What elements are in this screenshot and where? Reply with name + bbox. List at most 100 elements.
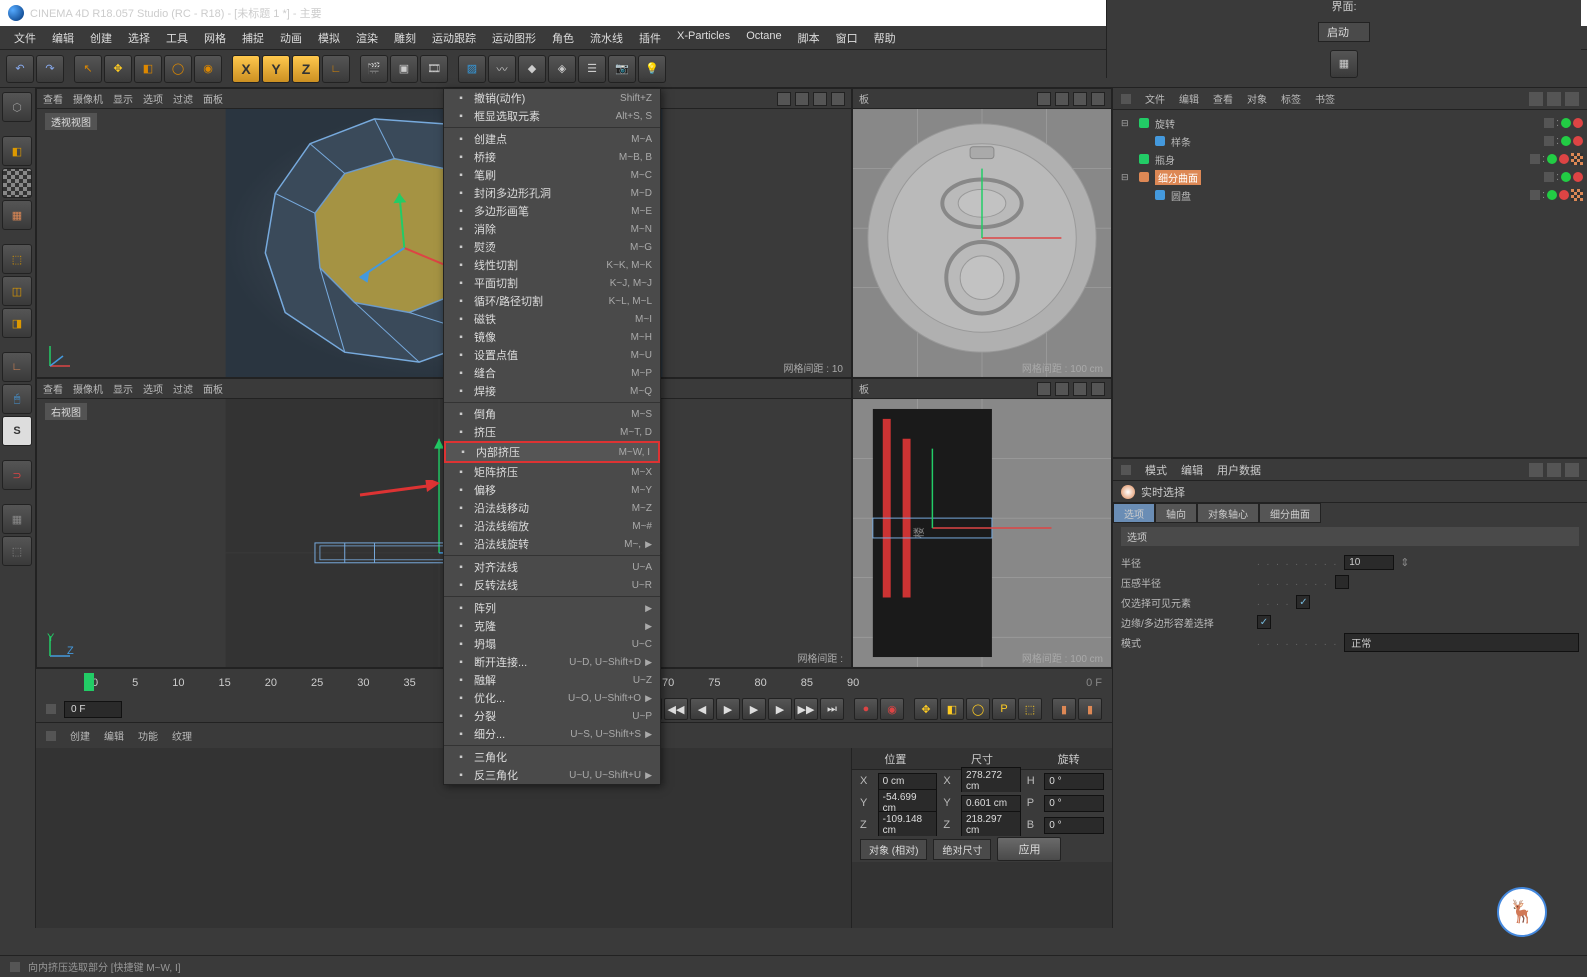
- menu-运动图形[interactable]: 运动图形: [484, 28, 544, 48]
- ctx-item[interactable]: ▪线性切割K~K, M~K: [444, 256, 660, 274]
- vp-menu-panel[interactable]: 面板: [203, 91, 223, 106]
- coord-z-pos[interactable]: -109.148 cm: [878, 811, 938, 839]
- snap-button[interactable]: S: [2, 416, 32, 446]
- tree-row[interactable]: ⊟细分曲面:: [1117, 168, 1583, 186]
- select-tool[interactable]: ↖: [74, 55, 102, 83]
- coord-apply-button[interactable]: 应用: [997, 837, 1061, 861]
- menu-捕捉[interactable]: 捕捉: [234, 28, 272, 48]
- ctx-item[interactable]: ▪创建点M~A: [444, 130, 660, 148]
- tree-row[interactable]: ⊟旋转:: [1117, 114, 1583, 132]
- vp-menu-display[interactable]: 显示: [113, 91, 133, 106]
- vp-nav-icon[interactable]: [831, 92, 845, 106]
- vp-menu-panel[interactable]: 面板: [203, 381, 223, 396]
- render-region-button[interactable]: ▣: [390, 55, 418, 83]
- attr-tab-options[interactable]: 选项: [1113, 503, 1155, 523]
- ctx-item[interactable]: ▪坍塌U~C: [444, 635, 660, 653]
- vp-nav-icon[interactable]: [795, 92, 809, 106]
- context-menu[interactable]: ▪撤销(动作)Shift+Z▪框显选取元素Alt+S, S▪创建点M~A▪桥接M…: [443, 88, 661, 785]
- vp-menu-camera[interactable]: 摄像机: [73, 381, 103, 396]
- axis-z-button[interactable]: Z: [292, 55, 320, 83]
- ctx-item[interactable]: ▪熨烫M~G: [444, 238, 660, 256]
- ctx-item[interactable]: ▪桥接M~B, B: [444, 148, 660, 166]
- mat-menu-texture[interactable]: 纹理: [172, 728, 192, 743]
- vp-panel-label[interactable]: 板: [859, 91, 869, 106]
- menu-运动跟踪[interactable]: 运动跟踪: [424, 28, 484, 48]
- ctx-item[interactable]: ▪消除M~N: [444, 220, 660, 238]
- prev-key-button[interactable]: ◀◀: [664, 698, 688, 720]
- interface-dropdown[interactable]: 启动: [1318, 22, 1370, 42]
- mat-menu-edit[interactable]: 编辑: [104, 728, 124, 743]
- autokey-button[interactable]: ◉: [880, 698, 904, 720]
- attr-menu-userdata[interactable]: 用户数据: [1217, 462, 1261, 478]
- ctx-item[interactable]: ▪内部挤压M~W, I: [444, 441, 660, 463]
- viewport-front[interactable]: 板 楼 网格间距 : 100 cm: [852, 378, 1112, 668]
- vp-nav-icon[interactable]: [813, 92, 827, 106]
- ctx-item[interactable]: ▪对齐法线U~A: [444, 558, 660, 576]
- attr-pressure-checkbox[interactable]: [1335, 575, 1349, 589]
- obj-menu-tags[interactable]: 标签: [1281, 91, 1301, 106]
- ctx-item[interactable]: ▪多边形画笔M~E: [444, 202, 660, 220]
- camera-button[interactable]: 📷: [608, 55, 636, 83]
- ctx-item[interactable]: ▪挤压M~T, D: [444, 423, 660, 441]
- coord-x-size[interactable]: 278.272 cm: [961, 767, 1021, 795]
- mat-menu-create[interactable]: 创建: [70, 728, 90, 743]
- texture-mode-button[interactable]: [2, 168, 32, 198]
- ctx-item[interactable]: ▪封闭多边形孔洞M~D: [444, 184, 660, 202]
- obj-menu-object[interactable]: 对象: [1247, 91, 1267, 106]
- vp-menu-options[interactable]: 选项: [143, 91, 163, 106]
- play-back-button[interactable]: ▶: [716, 698, 740, 720]
- attr-nav-icon[interactable]: [1547, 463, 1561, 477]
- workplane-lock-button[interactable]: ▦: [2, 504, 32, 534]
- mat-menu-func[interactable]: 功能: [138, 728, 158, 743]
- ctx-item[interactable]: ▪分裂U~P: [444, 707, 660, 725]
- attr-nav-icon[interactable]: [1565, 463, 1579, 477]
- ctx-item[interactable]: ▪循环/路径切割K~L, M~L: [444, 292, 660, 310]
- menu-网格[interactable]: 网格: [196, 28, 234, 48]
- ctx-item[interactable]: ▪设置点值M~U: [444, 346, 660, 364]
- menu-选择[interactable]: 选择: [120, 28, 158, 48]
- vp-menu-options[interactable]: 选项: [143, 381, 163, 396]
- vp-panel-label[interactable]: 板: [859, 381, 869, 396]
- workplane-lock2-button[interactable]: ⬚: [2, 536, 32, 566]
- attr-menu-edit[interactable]: 编辑: [1181, 462, 1203, 478]
- vp-menu-filter[interactable]: 过滤: [173, 91, 193, 106]
- ctx-item[interactable]: ▪沿法线移动M~Z: [444, 499, 660, 517]
- ctx-item[interactable]: ▪反三角化U~U, U~Shift+U▶: [444, 766, 660, 784]
- key-pos-button[interactable]: ✥: [914, 698, 938, 720]
- ctx-item[interactable]: ▪三角化: [444, 748, 660, 766]
- axis-y-button[interactable]: Y: [262, 55, 290, 83]
- frame-start[interactable]: 0 F: [64, 701, 122, 718]
- ctx-item[interactable]: ▪沿法线旋转M~,▶: [444, 535, 660, 553]
- menu-帮助[interactable]: 帮助: [866, 28, 904, 48]
- prev-frame-button[interactable]: ◀: [690, 698, 714, 720]
- ctx-item[interactable]: ▪克隆▶: [444, 617, 660, 635]
- menu-角色[interactable]: 角色: [544, 28, 582, 48]
- menu-创建[interactable]: 创建: [82, 28, 120, 48]
- coord-y-size[interactable]: 0.601 cm: [961, 795, 1021, 812]
- vp-nav-icon[interactable]: [1055, 92, 1069, 106]
- render-settings-button[interactable]: 🎞: [420, 55, 448, 83]
- viewport-solo-button[interactable]: 🖱: [2, 384, 32, 414]
- obj-menu-bookmarks[interactable]: 书签: [1315, 91, 1335, 106]
- vp-nav-icon[interactable]: [1073, 92, 1087, 106]
- menu-X-Particles[interactable]: X-Particles: [669, 28, 738, 48]
- vp-nav-icon[interactable]: [1055, 382, 1069, 396]
- ctx-item[interactable]: ▪融解U~Z: [444, 671, 660, 689]
- coord-h-rot[interactable]: 0 °: [1044, 773, 1104, 790]
- key-scale-button[interactable]: ◧: [940, 698, 964, 720]
- goto-end-button[interactable]: ⏭: [820, 698, 844, 720]
- ctx-item[interactable]: ▪缝合M~P: [444, 364, 660, 382]
- generator-button[interactable]: ◆: [518, 55, 546, 83]
- record-button[interactable]: ●: [854, 698, 878, 720]
- ctx-item[interactable]: ▪细分...U~S, U~Shift+S▶: [444, 725, 660, 743]
- keyframe-button[interactable]: ▮: [1052, 698, 1076, 720]
- rotate-tool[interactable]: ◯: [164, 55, 192, 83]
- coord-system-button[interactable]: ∟: [322, 55, 350, 83]
- make-editable-button[interactable]: ⬡: [2, 92, 32, 122]
- coord-z-size[interactable]: 218.297 cm: [961, 811, 1021, 839]
- attr-tab-sds[interactable]: 细分曲面: [1259, 503, 1321, 523]
- ctx-item[interactable]: ▪优化...U~O, U~Shift+O▶: [444, 689, 660, 707]
- obj-filter-icon[interactable]: [1547, 92, 1561, 106]
- tree-row[interactable]: 样条:: [1117, 132, 1583, 150]
- coord-p-rot[interactable]: 0 °: [1044, 795, 1104, 812]
